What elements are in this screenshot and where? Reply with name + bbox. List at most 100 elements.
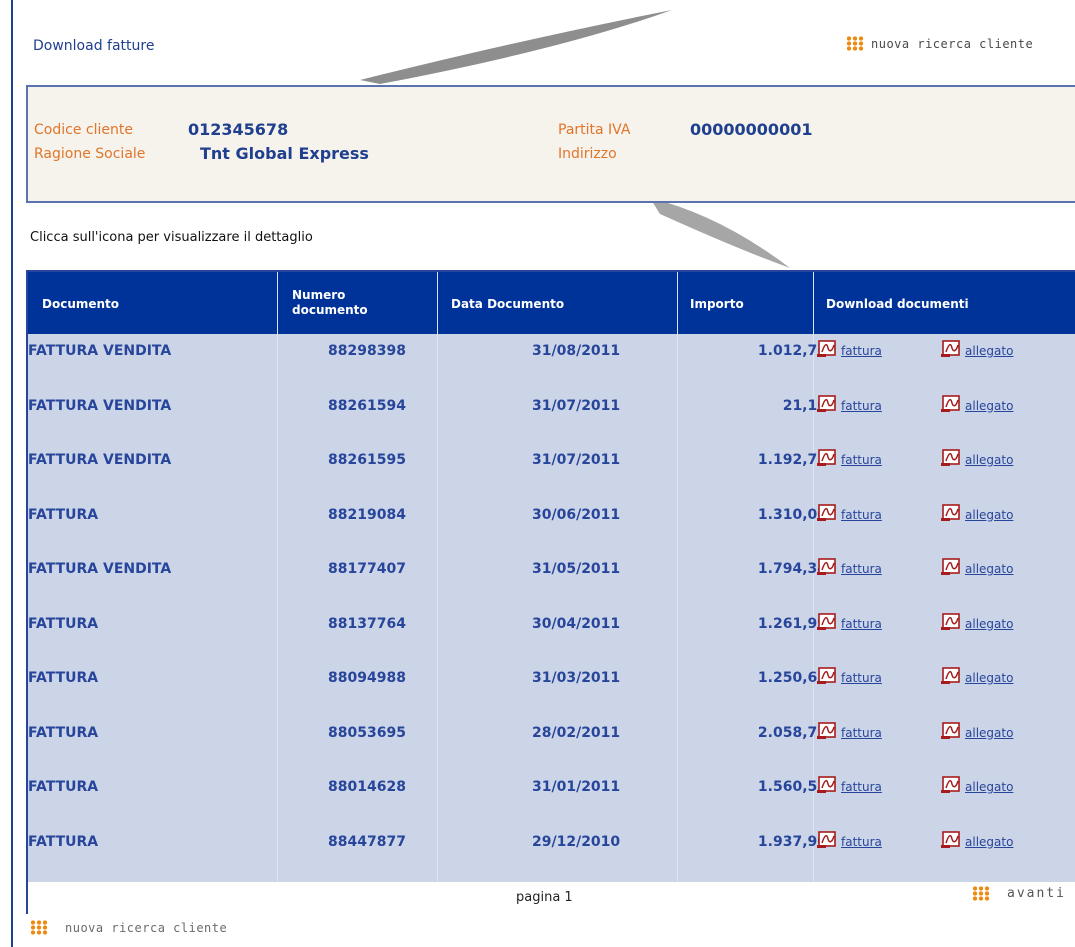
new-search-top-link[interactable]: nuova ricerca cliente [846, 36, 1033, 51]
pdf-document-icon [817, 340, 839, 358]
customer-info-box: Codice cliente 012345678 Ragione Sociale… [26, 85, 1075, 203]
header-amount: Importo [690, 297, 744, 311]
amount-cell: 1.192,75 [757, 452, 827, 468]
document-type-cell: FATTURA VENDITA [28, 397, 172, 414]
download-attachment-link[interactable]: allegato [941, 612, 1013, 631]
new-search-bottom-link[interactable]: nuova ricerca cliente [30, 920, 227, 935]
orange-dots-grid-icon [972, 886, 991, 901]
download-invoice-label: fattura [841, 616, 882, 631]
download-attachment-link[interactable]: allegato [941, 776, 1013, 794]
pdf-document-icon [817, 394, 839, 413]
document-type-cell: FATTURA [28, 724, 99, 741]
document-date-cell: 30/04/2011 [532, 615, 621, 632]
document-date-cell: 31/08/2011 [532, 343, 621, 359]
download-invoice-link[interactable]: fattura [817, 612, 882, 631]
download-attachment-label: allegato [965, 671, 1014, 685]
header-number-line2: documento [292, 303, 368, 317]
download-attachment-label: allegato [965, 834, 1014, 849]
orange-dots-grid-icon [846, 36, 865, 51]
download-attachment-link[interactable]: allegato [941, 558, 1013, 576]
document-type-cell: FATTURA [28, 779, 99, 795]
document-type-cell: FATTURA [28, 615, 99, 632]
table-row: FATTURA 88219084 30/06/2011 1.310,00 fattura… [28, 500, 1075, 558]
left-border-line [11, 0, 13, 947]
download-invoice-link[interactable]: fattura [817, 503, 882, 522]
customer-code-label: Codice cliente [34, 122, 133, 138]
download-invoice-link[interactable]: fattura [817, 721, 882, 740]
table-footer: pagina 1 avanti [28, 882, 1075, 914]
amount-cell: 1.310,00 [757, 506, 827, 523]
page-indicator: pagina 1 [516, 890, 573, 905]
download-attachment-link[interactable]: allegato [941, 830, 1014, 849]
download-invoice-link[interactable]: fattura [817, 830, 882, 849]
document-date-cell: 29/12/2010 [532, 833, 621, 850]
next-page-label: avanti [1007, 886, 1066, 901]
table-row: FATTURA VENDITA 88261594 31/07/2011 21,10 fa… [28, 391, 1075, 449]
page-title: Download fatture [33, 38, 155, 54]
amount-cell: 21,10 [782, 397, 827, 414]
download-invoice-link[interactable]: fattura [817, 449, 882, 467]
download-attachment-link[interactable]: allegato [941, 503, 1014, 522]
document-number-cell: 88014628 [328, 779, 406, 795]
document-type-cell: FATTURA VENDITA [28, 561, 172, 577]
pdf-document-icon [941, 340, 963, 358]
amount-cell: 1.937,90 [757, 833, 827, 850]
pdf-document-icon [817, 830, 839, 849]
download-attachment-link[interactable]: allegato [941, 340, 1013, 358]
address-label: Indirizzo [558, 146, 617, 162]
document-date-cell: 31/07/2011 [532, 397, 621, 414]
amount-cell: 1.250,65 [757, 670, 827, 686]
amount-cell: 1.794,34 [757, 561, 827, 577]
download-attachment-label: allegato [965, 507, 1014, 522]
download-invoice-label: fattura [841, 725, 882, 740]
download-attachment-link[interactable]: allegato [941, 394, 1014, 413]
document-number-cell: 88298398 [328, 343, 406, 359]
pdf-document-icon [941, 503, 963, 522]
table-row: FATTURA VENDITA 88261595 31/07/2011 1.192,7… [28, 445, 1075, 503]
next-page-link[interactable]: avanti [972, 886, 1066, 901]
document-date-cell: 31/01/2011 [532, 779, 621, 795]
document-number-cell: 88261594 [328, 397, 406, 414]
download-attachment-link[interactable]: allegato [941, 721, 1014, 740]
pdf-document-icon [817, 449, 839, 467]
pdf-document-icon [941, 667, 963, 685]
header-date: Data Documento [451, 297, 565, 311]
document-number-cell: 88261595 [328, 452, 406, 468]
download-invoice-link[interactable]: fattura [817, 340, 882, 358]
amount-cell: 1.261,99 [757, 615, 827, 632]
download-attachment-label: allegato [965, 780, 1014, 794]
company-name-value: Tnt Global Express [200, 144, 369, 163]
table-row: FATTURA 88137764 30/04/2011 1.261,99 fattura… [28, 609, 1075, 667]
download-attachment-link[interactable]: allegato [941, 449, 1013, 467]
document-type-cell: FATTURA [28, 670, 99, 686]
download-invoice-link[interactable]: fattura [817, 394, 882, 413]
customer-code-value: 012345678 [188, 120, 289, 139]
header-downloads: Download documenti [826, 297, 969, 311]
download-attachment-label: allegato [965, 562, 1014, 576]
pdf-document-icon [941, 394, 963, 413]
table-row: FATTURA 88094988 31/03/2011 1.250,65 fattura… [28, 663, 1075, 721]
download-invoice-link[interactable]: fattura [817, 667, 882, 685]
instruction-text: Clicca sull'icona per visualizzare il de… [30, 230, 313, 245]
pdf-document-icon [817, 776, 839, 794]
download-attachment-label: allegato [965, 725, 1014, 740]
table-row: FATTURA VENDITA 88298398 31/08/2011 1.012,7… [28, 336, 1075, 394]
document-number-cell: 88219084 [328, 506, 406, 523]
amount-cell: 1.560,55 [757, 779, 827, 795]
document-number-cell: 88177407 [328, 561, 406, 577]
document-type-cell: FATTURA VENDITA [28, 343, 172, 359]
download-attachment-label: allegato [965, 398, 1014, 413]
pdf-document-icon [941, 830, 963, 849]
table-row: FATTURA 88014628 31/01/2011 1.560,55 fattura… [28, 772, 1075, 830]
document-number-cell: 88447877 [328, 833, 406, 850]
download-attachment-link[interactable]: allegato [941, 667, 1013, 685]
pdf-document-icon [817, 667, 839, 685]
invoice-table: Documento Numero documento Data Document… [26, 270, 1075, 914]
download-invoice-link[interactable]: fattura [817, 776, 882, 794]
download-invoice-link[interactable]: fattura [817, 558, 882, 576]
vat-number-value: 00000000001 [690, 120, 813, 139]
company-name-label: Ragione Sociale [34, 146, 146, 162]
document-date-cell: 30/06/2011 [532, 506, 621, 523]
download-invoice-label: fattura [841, 562, 882, 576]
download-invoice-label: fattura [841, 453, 882, 467]
